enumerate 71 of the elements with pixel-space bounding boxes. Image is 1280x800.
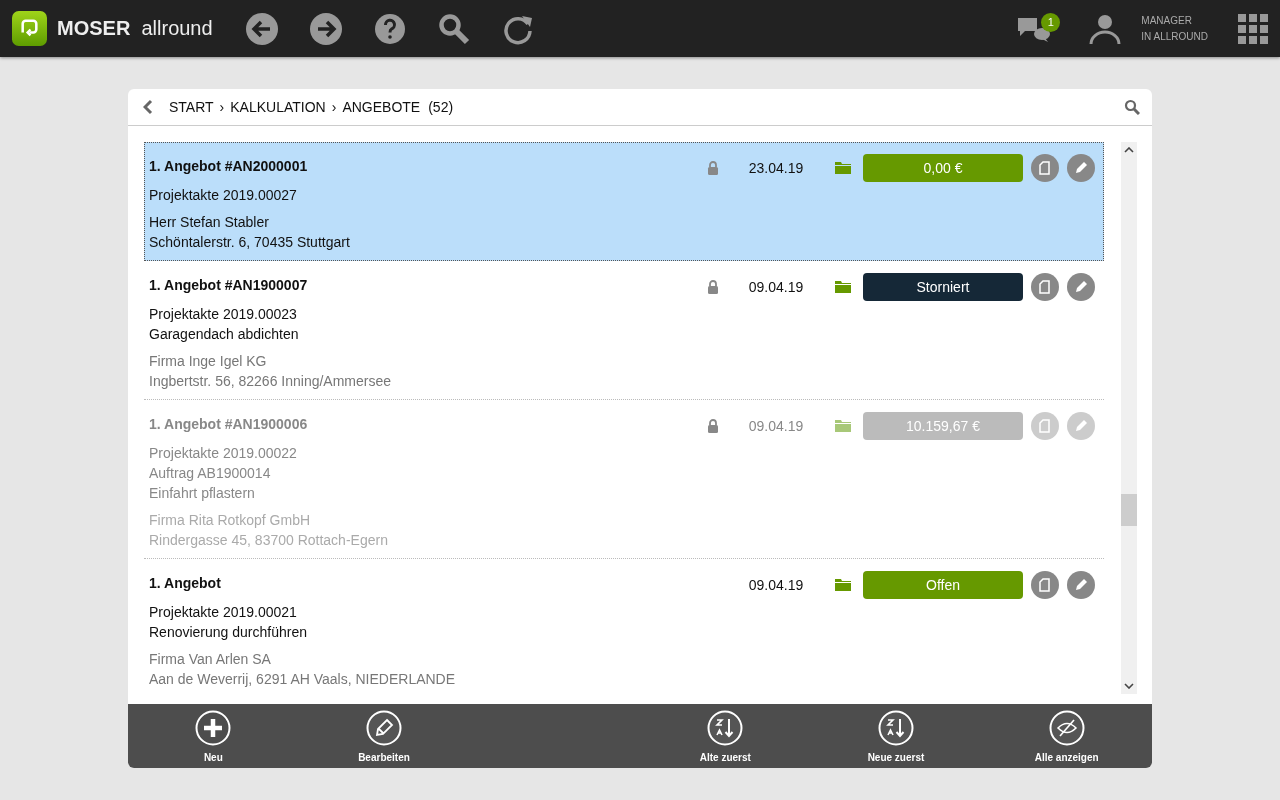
offer-detail: Projektakte 2019.00022: [149, 444, 298, 463]
status-button[interactable]: Storniert: [863, 273, 1023, 301]
document-icon[interactable]: [1031, 571, 1059, 599]
pencil-icon: [366, 709, 402, 746]
forward-icon[interactable]: [308, 11, 343, 46]
logo-icon: [12, 11, 47, 46]
contact-line: Rindergasse 45, 83700 Rottach-Egern: [149, 531, 388, 550]
folder-icon[interactable]: [835, 281, 851, 293]
offer-title: 1. Angebot #AN2000001: [149, 157, 309, 176]
contact-line: Herr Stefan Stabler: [149, 213, 270, 232]
folder-icon[interactable]: [835, 579, 851, 591]
offer-date: 09.04.19: [747, 418, 805, 434]
search-icon[interactable]: [1124, 99, 1140, 115]
folder-icon[interactable]: [835, 162, 851, 174]
breadcrumb-link[interactable]: ANGEBOTE: [342, 99, 421, 115]
breadcrumb-separator: ›: [219, 99, 225, 115]
contact-line: Schöntalerstr. 6, 70435 Stuttgart: [149, 233, 350, 252]
offer-row[interactable]: 1. Angebot #AN1900007 Projektakte 2019.00023 Garagendach abdichten Firma Inge Igel KG Ingbertstr. 56, 82266 Inning/Ammersee 09.04.19 Storniert: [144, 261, 1104, 400]
offer-row[interactable]: 1. Angebot #AN2000001 Projektakte 2019.00027 Herr Stefan Stabler Schöntalerstr. 6, 70435 Stuttgart 23.04.19 0,00 €: [144, 142, 1104, 261]
offer-detail: Garagendach abdichten: [149, 325, 300, 344]
eye-icon: [1048, 709, 1085, 746]
user-context: IN ALLROUND: [1141, 29, 1208, 44]
app-name: MOSER allround: [57, 17, 213, 40]
toolbar-button[interactable]: Bearbeiten: [358, 704, 410, 768]
plus-icon: [195, 709, 232, 746]
user-role: MANAGER: [1141, 13, 1193, 28]
chat-icon[interactable]: [1017, 15, 1052, 42]
contact-line: Aan de Weverrij, 6291 AH Vaals, NIEDERLANDE: [149, 670, 456, 689]
breadcrumb-link[interactable]: KALKULATION: [230, 99, 326, 115]
offer-date: 09.04.19: [747, 577, 805, 593]
toolbar-button[interactable]: Neue zuerst: [867, 704, 925, 768]
pencil-icon[interactable]: [1067, 154, 1095, 182]
sort-desc-icon: [878, 709, 914, 746]
scrollbar-thumb[interactable]: [1121, 494, 1137, 526]
pencil-icon[interactable]: [1067, 273, 1095, 301]
scroll-up-icon[interactable]: [1124, 147, 1134, 153]
contact-line: Firma Van Arlen SA: [149, 650, 272, 669]
search-icon[interactable]: [436, 11, 471, 46]
offer-detail: Projektakte 2019.00021: [149, 603, 298, 622]
contact-line: Ingbertstr. 56, 82266 Inning/Ammersee: [149, 372, 392, 391]
back-icon[interactable]: [244, 11, 279, 46]
document-icon[interactable]: [1031, 273, 1059, 301]
breadcrumb-link[interactable]: START: [169, 99, 214, 115]
sort-asc-icon: [707, 709, 744, 746]
offer-detail: Projektakte 2019.00023: [149, 305, 298, 324]
scroll-down-icon[interactable]: [1124, 683, 1134, 689]
offer-date: 09.04.19: [747, 279, 805, 295]
offer-detail: Renovierung durchführen: [149, 623, 308, 642]
message-count-badge: 1: [1041, 12, 1061, 32]
user-icon[interactable]: [1089, 12, 1122, 45]
offer-detail: Projektakte 2019.00027: [149, 186, 298, 205]
scrollbar[interactable]: [1121, 142, 1137, 694]
offer-title: 1. Angebot: [149, 574, 222, 593]
pencil-icon[interactable]: [1067, 571, 1095, 599]
contact-line: Firma Inge Igel KG: [149, 352, 268, 371]
result-count: (52): [428, 99, 454, 115]
document-icon[interactable]: [1031, 154, 1059, 182]
help-icon[interactable]: [372, 11, 407, 46]
app-grid-icon[interactable]: [1238, 13, 1268, 44]
offer-row[interactable]: 1. Angebot Projektakte 2019.00021 Renovierung durchführen Firma Van Arlen SA Aan de Weverrij, 6291 AH Vaals, NIEDERLANDE 09.04.19 Offen: [144, 559, 1104, 694]
offer-date: 23.04.19: [747, 160, 805, 176]
contact-line: Firma Rita Rotkopf GmbH: [149, 511, 312, 530]
offer-title: 1. Angebot #AN1900006: [149, 415, 309, 434]
offer-detail: Einfahrt pflastern: [149, 484, 256, 503]
toolbar-button[interactable]: Neu: [195, 704, 232, 768]
offer-detail: Auftrag AB1900014: [149, 464, 272, 483]
breadcrumb-separator: ›: [331, 99, 337, 115]
toolbar-button[interactable]: Alle anzeigen: [1034, 704, 1099, 768]
offer-title: 1. Angebot #AN1900007: [149, 276, 309, 295]
back-chevron-icon[interactable]: [143, 99, 153, 115]
toolbar-button[interactable]: Alte zuerst: [699, 704, 751, 768]
